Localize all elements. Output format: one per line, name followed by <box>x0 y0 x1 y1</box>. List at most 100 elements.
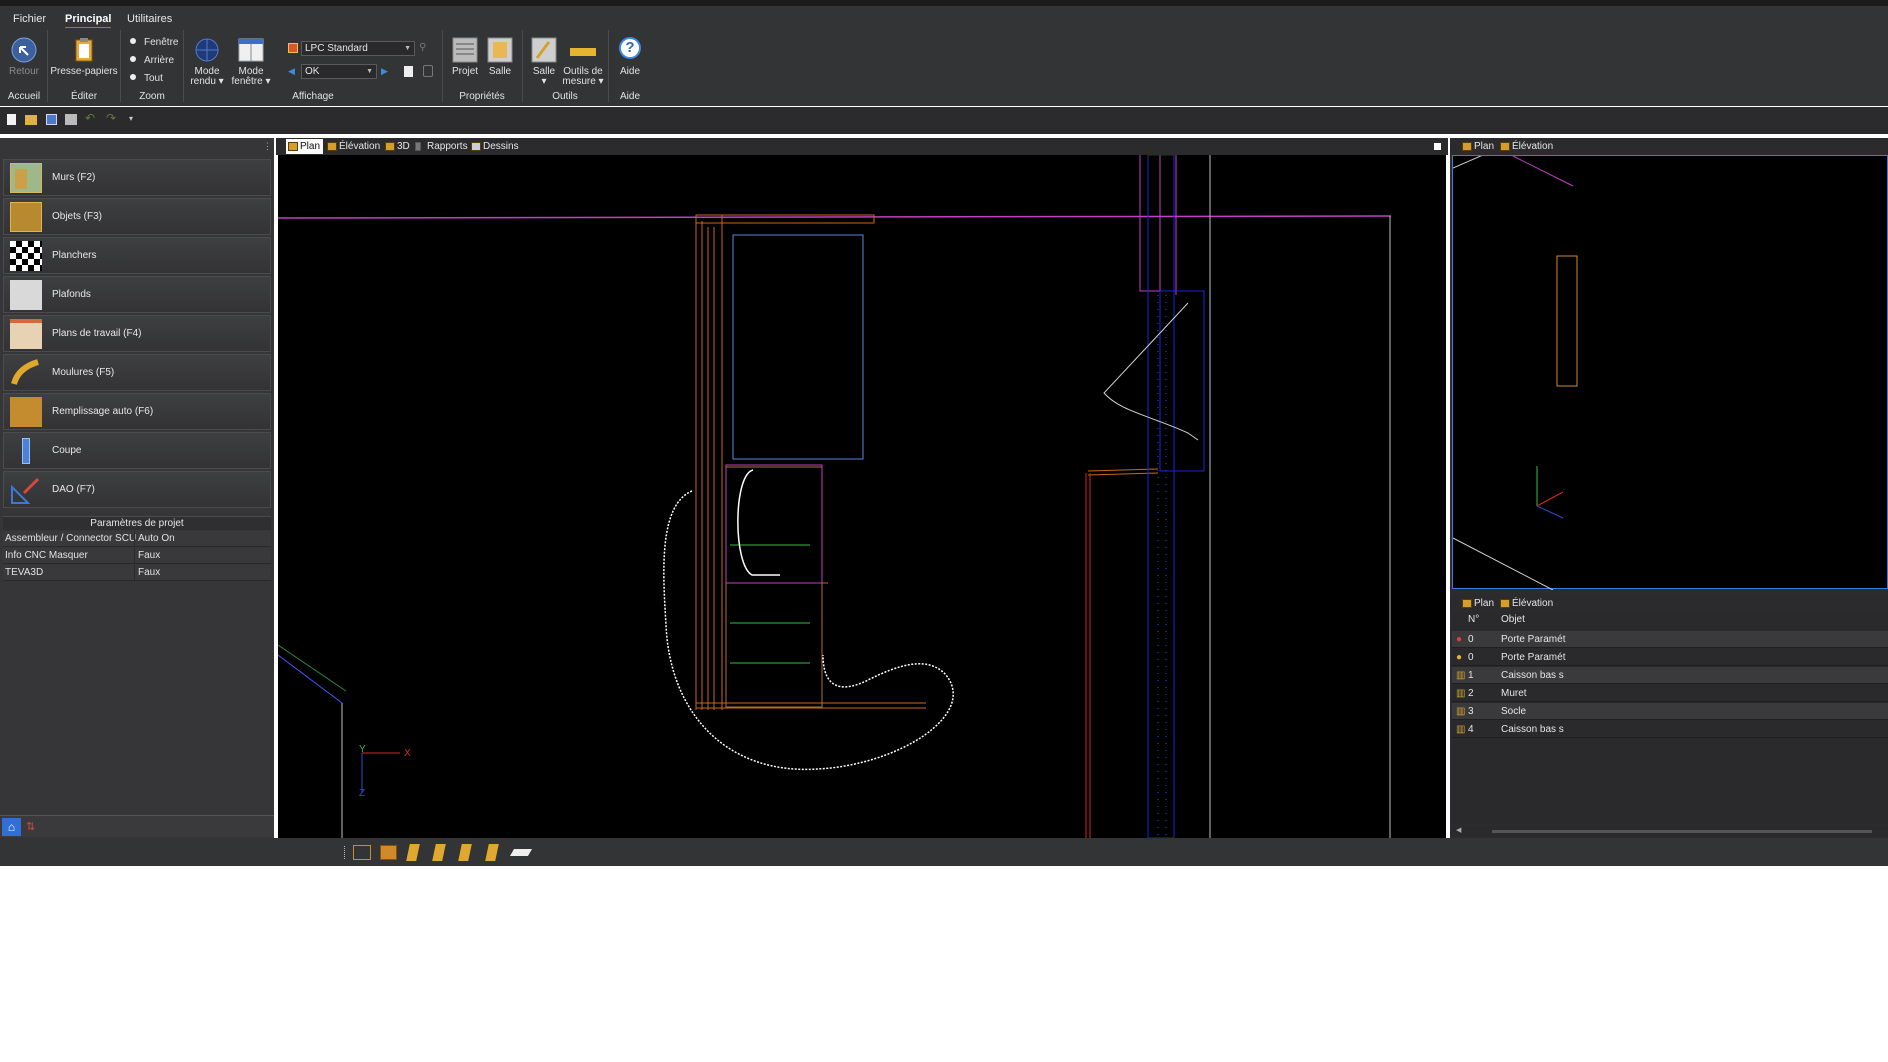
sidebar-item-remplissage-auto[interactable]: Remplissage auto (F6) <box>3 393 271 430</box>
horizontal-scrollbar[interactable]: ◀ <box>1452 826 1888 836</box>
ruler-icon[interactable] <box>570 48 596 56</box>
previous-arrow-icon[interactable]: ◀ <box>288 66 295 77</box>
maximize-icon[interactable] <box>1434 143 1441 150</box>
tab-elevation[interactable]: Élévation <box>325 139 381 154</box>
plan-canvas[interactable]: X Y Z <box>277 154 1446 839</box>
render-mode-icon <box>195 38 219 62</box>
table-row[interactable]: ▥ 3 Socle <box>1452 703 1888 720</box>
sidebar-item-planchers[interactable]: Planchers <box>3 237 271 274</box>
zoom-arriere-label: Arrière <box>144 55 175 66</box>
help-icon[interactable]: ? <box>619 37 641 59</box>
sidebar-item-objets[interactable]: Objets (F3) <box>3 198 271 235</box>
cabinet-lines <box>695 214 1159 710</box>
door-swing <box>1103 302 1199 441</box>
row-number: 0 <box>1468 652 1474 663</box>
sidebar-item-label: Coupe <box>52 445 82 456</box>
zoom-arriere-option[interactable]: Arrière <box>130 55 174 66</box>
lock-icon[interactable] <box>423 65 433 77</box>
tab-dessins[interactable]: Dessins <box>469 139 519 154</box>
lower-tab-elevation[interactable]: Élévation <box>1498 596 1554 611</box>
print-icon[interactable] <box>65 114 77 125</box>
tab-rapports[interactable]: Rapports <box>413 139 468 154</box>
lower-tab-plan[interactable]: Plan <box>1460 596 1496 611</box>
cube-icon <box>385 142 395 151</box>
style-combo[interactable]: LPC Standard ▼ <box>301 41 415 56</box>
presse-papiers-label: Presse-papiers <box>50 66 118 77</box>
presse-papiers-button[interactable] <box>70 36 98 64</box>
param-value: Auto On <box>138 533 175 544</box>
retour-label: Retour <box>8 66 39 77</box>
table-row[interactable]: ▥ 4 Caisson bas s <box>1452 721 1888 738</box>
salle-outil-button[interactable] <box>531 36 557 64</box>
pin-icon[interactable]: ⚲ <box>419 42 433 54</box>
param-row[interactable]: TEVA3D Faux <box>3 565 271 581</box>
tools-icon[interactable]: ⇅ <box>26 820 35 833</box>
tab-plan[interactable]: Plan <box>286 139 323 154</box>
moulding-tool-icon[interactable] <box>432 844 446 861</box>
outils-mesure-label-2: mesure ▾ <box>562 76 604 87</box>
save-icon[interactable] <box>46 114 57 125</box>
moulding-tool-icon[interactable] <box>485 844 499 861</box>
worktop-tool-icon[interactable] <box>509 849 533 856</box>
sidebar-item-murs[interactable]: Murs (F2) <box>3 159 271 196</box>
undo-icon[interactable]: ↶ <box>85 111 95 125</box>
elevation-icon <box>1500 599 1510 608</box>
param-row[interactable]: Assembleur / Connector SCU Auto On <box>3 531 271 547</box>
cabinet-icon: ▥ <box>1456 706 1466 717</box>
wall-tool-icon[interactable] <box>353 845 371 860</box>
table-row[interactable]: ▥ 1 Caisson bas s <box>1452 667 1888 684</box>
sidebar-item-plafonds[interactable]: Plafonds <box>3 276 271 313</box>
elevation-icon <box>1500 142 1510 151</box>
mode-rendu-button[interactable] <box>194 36 220 64</box>
tab-3d[interactable]: 3D <box>383 139 411 154</box>
retour-button[interactable] <box>10 36 38 64</box>
sidebar-item-moulures[interactable]: Moulures (F5) <box>3 354 271 391</box>
mode-fenetre-button[interactable] <box>237 36 265 64</box>
moulding-tool-icon[interactable] <box>458 844 472 861</box>
elevation-icon <box>327 142 337 151</box>
desktop-background <box>0 866 1888 1062</box>
group-accueil: Accueil <box>7 91 41 102</box>
next-arrow-icon[interactable]: ▶ <box>381 66 388 77</box>
document-icon[interactable] <box>404 66 413 77</box>
redo-icon[interactable]: ↷ <box>106 111 116 125</box>
group-proprietes: Propriétés <box>459 91 505 102</box>
clipboard-icon <box>75 38 93 62</box>
table-row[interactable]: ● 0 Porte Paramét <box>1452 631 1888 648</box>
sidebar-item-label: DAO (F7) <box>52 484 95 495</box>
column-divider <box>134 531 135 547</box>
param-row[interactable]: Info CNC Masquer Faux <box>3 548 271 564</box>
row-object: Caisson bas s <box>1501 724 1564 735</box>
scroll-thumb[interactable] <box>1492 830 1872 833</box>
home-icon[interactable]: ⌂ <box>2 818 21 836</box>
menu-principal[interactable]: Principal <box>65 13 112 29</box>
open-folder-icon[interactable] <box>25 115 37 125</box>
projet-button[interactable] <box>452 36 478 64</box>
autofill-icon <box>10 397 42 427</box>
salle-prop-label: Salle <box>488 66 512 77</box>
zoom-fenetre-option[interactable]: Fenêtre <box>130 37 178 48</box>
table-row[interactable]: ● 0 Porte Paramét <box>1452 649 1888 666</box>
table-row[interactable]: ▥ 2 Muret <box>1452 685 1888 702</box>
row-number: 0 <box>1468 634 1474 645</box>
moulding-tool-icon[interactable] <box>406 844 420 861</box>
right-tab-plan[interactable]: Plan <box>1460 139 1496 154</box>
sidebar-item-dao[interactable]: DAO (F7) <box>3 471 271 508</box>
customize-dropdown-icon[interactable]: ▾ <box>129 114 133 123</box>
sidebar-item-coupe[interactable]: Coupe <box>3 432 271 469</box>
column-header-objet: Objet <box>1501 614 1525 625</box>
salle-prop-button[interactable] <box>487 36 513 64</box>
grip-icon[interactable]: ⋮ <box>263 141 272 152</box>
objects-icon <box>10 202 42 232</box>
zoom-tout-option[interactable]: Tout <box>130 73 163 84</box>
menu-utilitaires[interactable]: Utilitaires <box>127 13 172 25</box>
scroll-left-icon[interactable]: ◀ <box>1456 826 1461 834</box>
sidebar-item-plans-de-travail[interactable]: Plans de travail (F4) <box>3 315 271 352</box>
cabinet-tool-icon[interactable] <box>380 845 397 860</box>
ok-combo[interactable]: OK ▼ <box>301 64 377 79</box>
right-tab-elevation[interactable]: Élévation <box>1498 139 1554 154</box>
new-file-icon[interactable] <box>7 114 16 125</box>
menu-fichier[interactable]: Fichier <box>13 13 46 25</box>
group-affichage: Affichage <box>292 91 334 102</box>
3d-preview[interactable] <box>1452 115 1888 591</box>
